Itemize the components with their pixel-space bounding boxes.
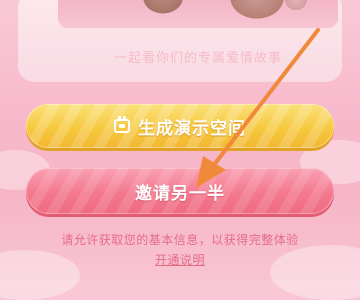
create-demo-space-label: 生成演示空间 (138, 118, 246, 139)
couple-photo (58, 0, 338, 28)
photo-figure-right (226, 0, 288, 22)
invite-partner-button[interactable]: 邀请另一半 (26, 168, 334, 214)
room-icon (114, 116, 130, 133)
card-subtitle: 一起看你们的专属爱情故事 (113, 51, 282, 66)
photo-card: 一起看你们的专属爱情故事 (18, 0, 342, 82)
service-description-link[interactable]: 开通说明 (0, 251, 360, 268)
photo-figure-decoration (283, 0, 309, 12)
permission-info-text: 请允许获取您的基本信息，以获得完整体验 (61, 233, 299, 247)
invite-partner-label: 邀请另一半 (135, 183, 225, 204)
create-demo-space-button[interactable]: 生成演示空间 (26, 104, 334, 148)
photo-figure-left (140, 0, 186, 16)
